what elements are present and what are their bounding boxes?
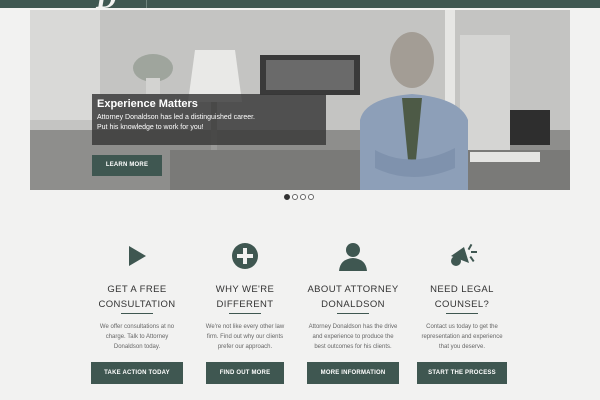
learn-more-button[interactable]: LEARN MORE bbox=[92, 155, 162, 176]
plus-circle-icon bbox=[229, 240, 261, 272]
feature-description: We're not like every other law firm. Fin… bbox=[205, 324, 285, 350]
nav-divider bbox=[146, 0, 147, 8]
feature-heading: ABOUT ATTORNEY DONALDSON bbox=[307, 284, 399, 310]
hero-text-line2: Put his knowledge to work for you! bbox=[97, 124, 204, 131]
feature-description: We offer consultations at no charge. Tal… bbox=[99, 324, 175, 350]
slider-pagination bbox=[284, 194, 314, 200]
find-out-more-button[interactable]: FIND OUT MORE bbox=[206, 362, 284, 384]
feature-divider bbox=[446, 313, 478, 314]
feature-heading: NEED LEGAL COUNSEL? bbox=[430, 284, 494, 310]
slider-dot-3[interactable] bbox=[300, 194, 306, 200]
feature-divider bbox=[229, 313, 261, 314]
hero-title: Experience Matters bbox=[97, 98, 198, 110]
feature-divider bbox=[337, 313, 369, 314]
feature-description: Attorney Donaldson has the drive and exp… bbox=[308, 324, 398, 350]
slider-dot-1[interactable] bbox=[284, 194, 290, 200]
feature-heading: WHY WE'RE DIFFERENT bbox=[215, 284, 275, 310]
hero-caption: Experience Matters Attorney Donaldson ha… bbox=[92, 94, 326, 145]
slider-dot-4[interactable] bbox=[308, 194, 314, 200]
slider-dot-2[interactable] bbox=[292, 194, 298, 200]
top-navigation-bar: D bbox=[0, 0, 600, 14]
hero-slider: Experience Matters Attorney Donaldson ha… bbox=[30, 10, 570, 190]
take-action-today-button[interactable]: TAKE ACTION TODAY bbox=[91, 362, 183, 384]
feature-description: Contact us today to get the representati… bbox=[421, 324, 503, 350]
play-icon bbox=[121, 240, 153, 272]
start-the-process-button[interactable]: START THE PROCESS bbox=[417, 362, 507, 384]
feature-divider bbox=[121, 313, 153, 314]
user-icon bbox=[337, 240, 369, 272]
more-information-button[interactable]: MORE INFORMATION bbox=[307, 362, 399, 384]
hero-text-line1: Attorney Donaldson has led a distinguish… bbox=[97, 114, 255, 121]
feature-heading: GET A FREE CONSULTATION bbox=[98, 284, 176, 310]
megaphone-icon bbox=[446, 240, 478, 272]
